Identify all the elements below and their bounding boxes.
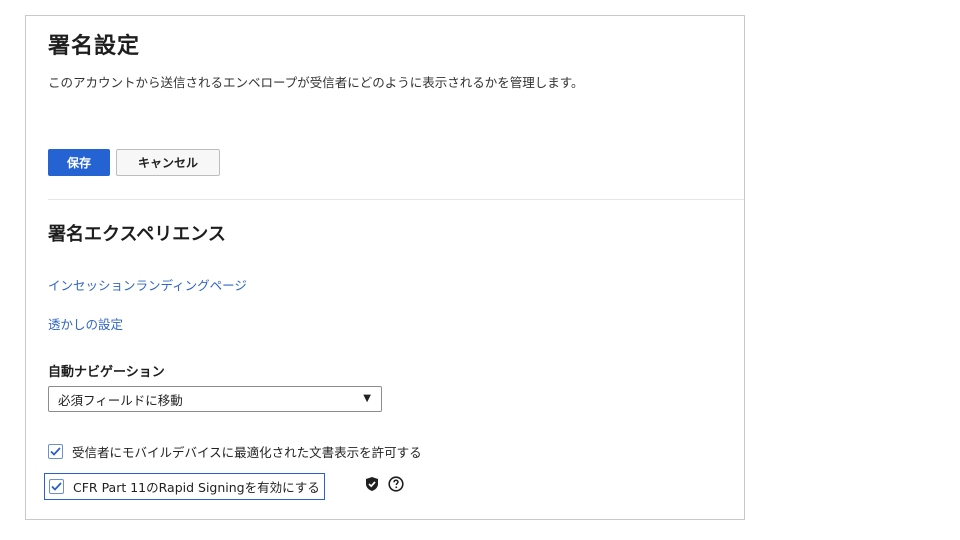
- auto-navigation-selected-value: 必須フィールドに移動: [58, 392, 183, 408]
- rapid-signing-option: CFR Part 11のRapid Signingを有効にする: [44, 473, 325, 500]
- rapid-signing-checkbox[interactable]: [49, 479, 64, 494]
- page-title: 署名設定: [48, 34, 141, 59]
- rapid-signing-checkbox-label: CFR Part 11のRapid Signingを有効にする: [73, 480, 320, 495]
- checkmark-icon: [51, 482, 62, 491]
- section-divider: [48, 199, 744, 200]
- watermark-settings-link[interactable]: 透かしの設定: [48, 314, 123, 333]
- dropdown-arrow-icon: ▼: [363, 393, 371, 404]
- mobile-view-checkbox[interactable]: [48, 444, 63, 459]
- mobile-view-checkbox-label: 受信者にモバイルデバイスに最適化された文書表示を許可する: [72, 445, 422, 460]
- checkmark-icon: [50, 447, 61, 456]
- mobile-view-option: 受信者にモバイルデバイスに最適化された文書表示を許可する: [48, 442, 422, 461]
- save-button[interactable]: 保存: [48, 149, 110, 176]
- auto-navigation-select[interactable]: 必須フィールドに移動 ▼: [48, 386, 382, 412]
- in-session-landing-page-link[interactable]: インセッションランディングページ: [48, 275, 247, 294]
- shield-check-icon: [364, 476, 380, 492]
- rapid-signing-icons: [364, 476, 404, 492]
- auto-navigation-label: 自動ナビゲーション: [48, 365, 165, 380]
- cancel-button[interactable]: キャンセル: [116, 149, 220, 176]
- page-description: このアカウントから送信されるエンベロープが受信者にどのように表示されるかを管理し…: [48, 75, 584, 90]
- section-title: 署名エクスペリエンス: [48, 224, 226, 245]
- signing-settings-panel: 署名設定 このアカウントから送信されるエンベロープが受信者にどのように表示される…: [25, 15, 745, 520]
- help-circle-icon[interactable]: [388, 476, 404, 492]
